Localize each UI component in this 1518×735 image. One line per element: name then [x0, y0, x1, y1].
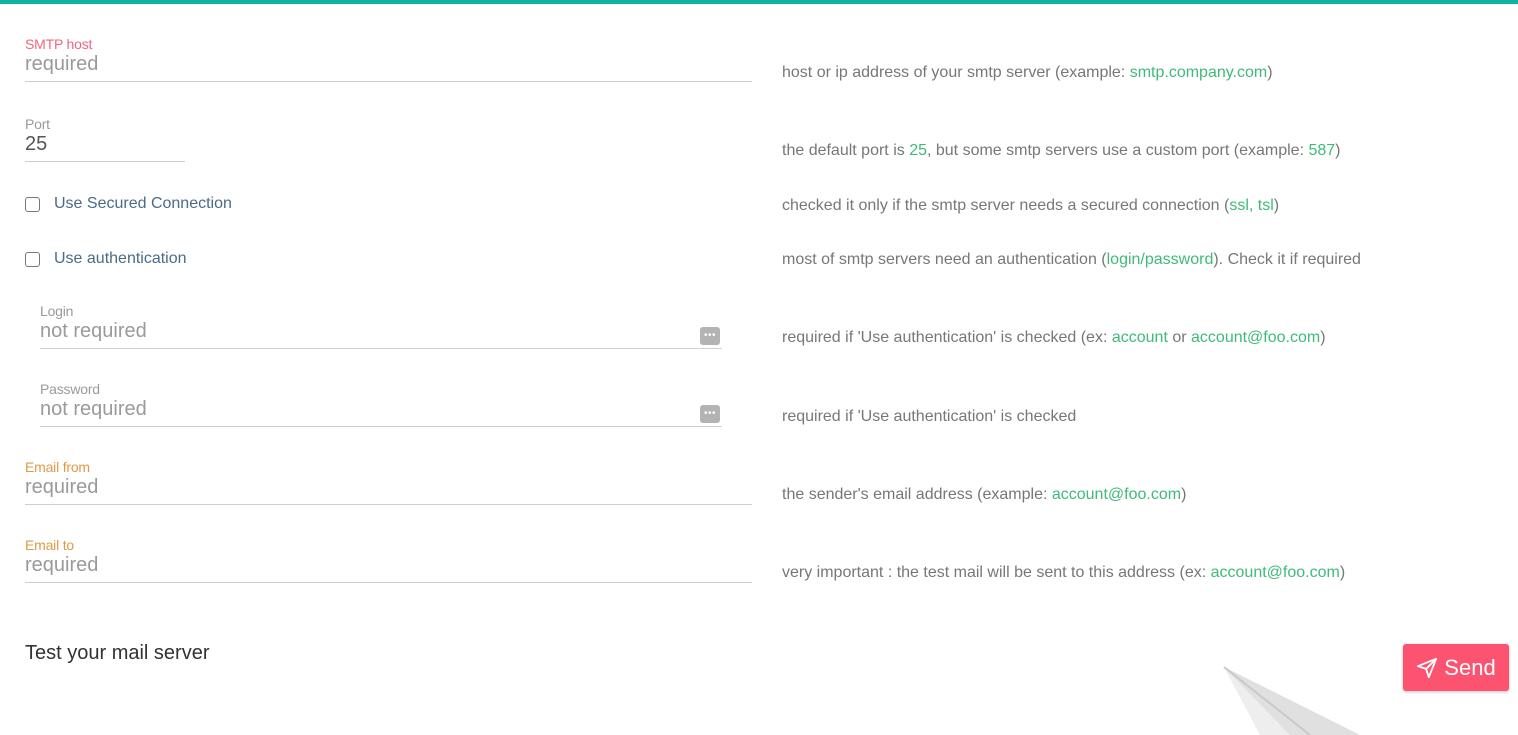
smtp-host-help: host or ip address of your smtp server (… [782, 64, 1273, 82]
password-help: required if 'Use authentication' is chec… [782, 408, 1076, 426]
secured-connection-checkbox[interactable] [25, 197, 40, 212]
login-label: Login [40, 303, 722, 319]
help-text: ) [1267, 64, 1272, 81]
secured-connection-label[interactable]: Use Secured Connection [54, 195, 232, 213]
help-example: account@foo.com [1211, 564, 1340, 581]
email-to-field: Email to [25, 537, 752, 583]
help-text: required if 'Use authentication' is chec… [782, 329, 1112, 346]
help-example: 587 [1308, 142, 1335, 159]
smtp-host-label: SMTP host [25, 36, 752, 52]
port-field: Port [25, 116, 185, 162]
help-text: ) [1181, 486, 1186, 503]
port-help: the default port is 25, but some smtp se… [782, 142, 1341, 160]
email-from-input[interactable] [25, 475, 752, 505]
email-from-field: Email from [25, 459, 752, 505]
secured-help: checked it only if the smtp server needs… [782, 197, 1279, 215]
help-text: most of smtp servers need an authenticat… [782, 251, 1107, 268]
paper-plane-decoration-icon [1220, 665, 1360, 735]
help-example: account@foo.com [1191, 329, 1320, 346]
help-example: account [1112, 329, 1168, 346]
password-label: Password [40, 381, 722, 397]
help-example: 25 [909, 142, 927, 159]
help-text: , but some smtp servers use a custom por… [927, 142, 1308, 159]
authentication-checkbox-row[interactable]: Use authentication [25, 250, 187, 268]
email-from-help: the sender's email address (example: acc… [782, 486, 1186, 504]
help-text: required if 'Use authentication' is chec… [782, 408, 1076, 425]
auth-help: most of smtp servers need an authenticat… [782, 251, 1361, 269]
email-from-label: Email from [25, 459, 752, 475]
password-manager-icon[interactable]: ••• [700, 327, 720, 345]
test-section-title: Test your mail server [25, 642, 210, 665]
top-accent-bar [0, 0, 1518, 4]
smtp-host-field: SMTP host [25, 36, 752, 82]
help-example: account@foo.com [1052, 486, 1181, 503]
port-input[interactable] [25, 132, 185, 162]
help-example: smtp.company.com [1130, 64, 1268, 81]
send-button[interactable]: Send [1403, 644, 1509, 691]
help-text: ) [1340, 564, 1345, 581]
send-button-label: Send [1444, 655, 1495, 681]
help-text: very important : the test mail will be s… [782, 564, 1211, 581]
help-text: ) [1320, 329, 1325, 346]
login-help: required if 'Use authentication' is chec… [782, 329, 1326, 347]
help-example: ssl, tsl [1229, 197, 1273, 214]
port-label: Port [25, 116, 185, 132]
authentication-checkbox[interactable] [25, 252, 40, 267]
email-to-help: very important : the test mail will be s… [782, 564, 1345, 582]
password-manager-icon[interactable]: ••• [700, 405, 720, 423]
help-text: the sender's email address (example: [782, 486, 1052, 503]
help-example: login/password [1107, 251, 1214, 268]
authentication-label[interactable]: Use authentication [54, 250, 187, 268]
login-field: Login ••• [40, 303, 722, 349]
secured-connection-checkbox-row[interactable]: Use Secured Connection [25, 195, 232, 213]
help-text: ) [1335, 142, 1340, 159]
help-text: the default port is [782, 142, 909, 159]
email-to-input[interactable] [25, 553, 752, 583]
help-text: host or ip address of your smtp server (… [782, 64, 1130, 81]
password-field: Password ••• [40, 381, 722, 427]
help-text: checked it only if the smtp server needs… [782, 197, 1229, 214]
paper-plane-icon [1416, 657, 1438, 679]
help-text: ). Check it if required [1213, 251, 1361, 268]
smtp-host-input[interactable] [25, 52, 752, 82]
email-to-label: Email to [25, 537, 752, 553]
login-input[interactable] [40, 319, 722, 349]
help-text: or [1168, 329, 1191, 346]
help-text: ) [1274, 197, 1279, 214]
password-input[interactable] [40, 397, 722, 427]
